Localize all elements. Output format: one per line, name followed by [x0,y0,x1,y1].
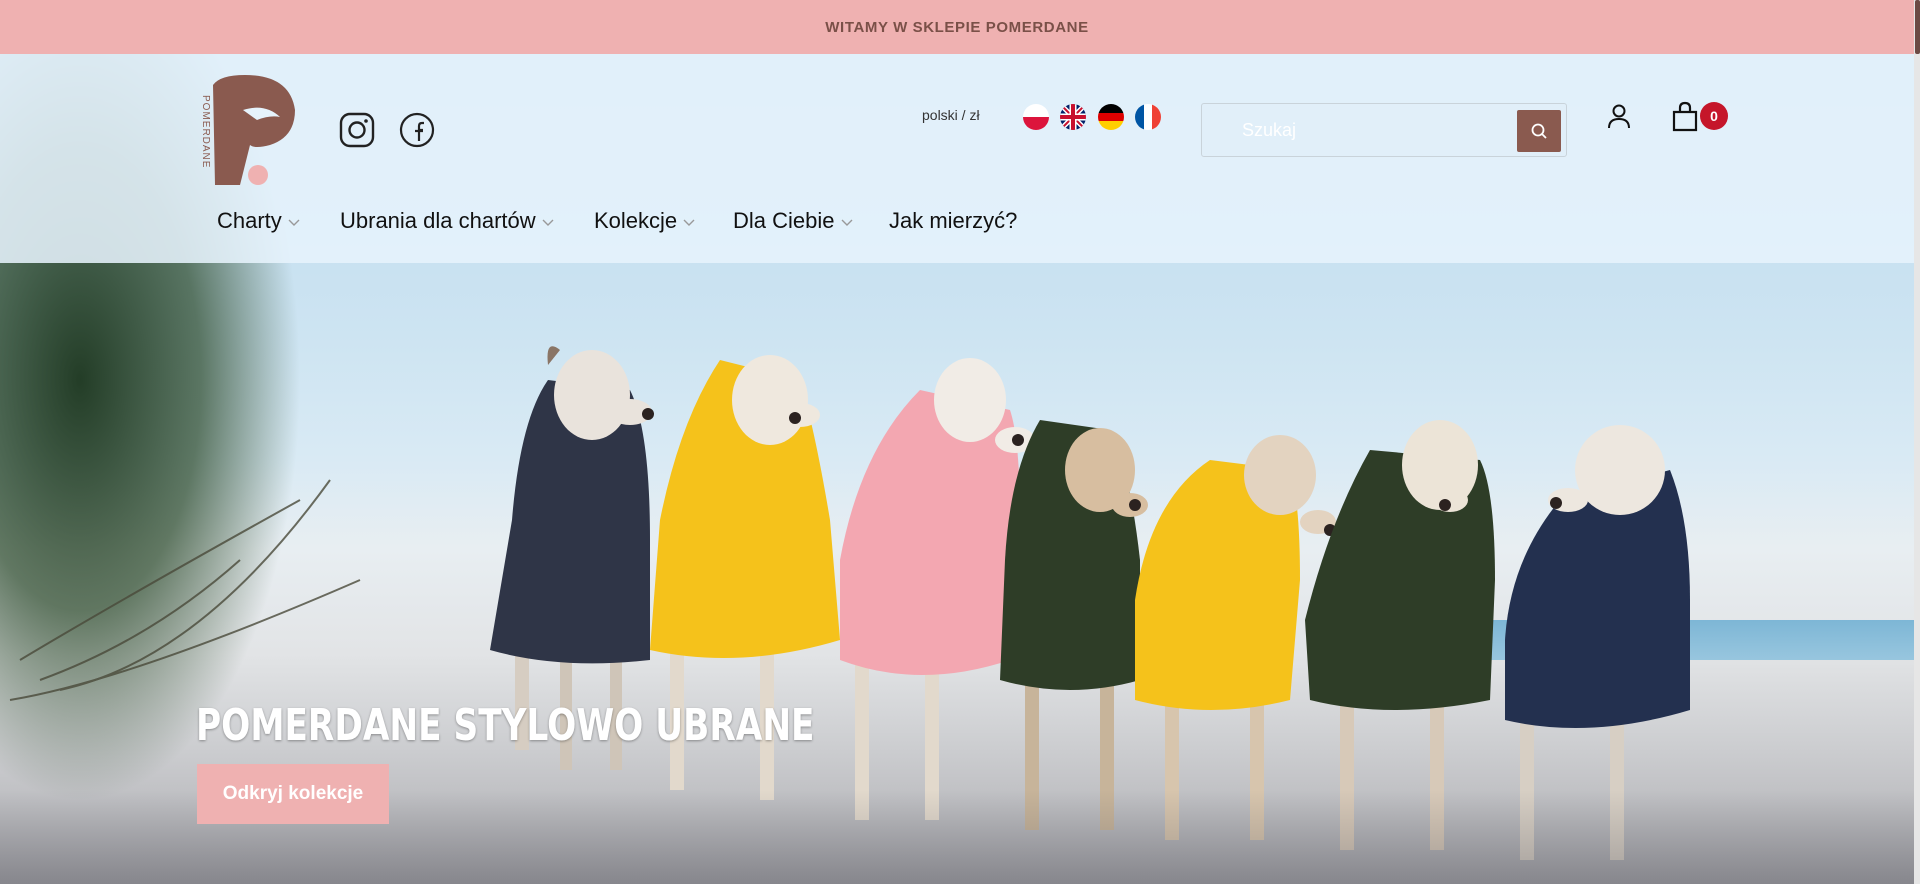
pomerdane-logo[interactable]: POMERDANE [195,75,300,185]
nav-item-dla-ciebie[interactable]: Dla Ciebie [733,208,853,234]
announcement-bar: WITAMY W SKLEPIE POMERDANE [0,0,1914,54]
cart-icon[interactable] [1670,100,1700,132]
flag-fr-icon[interactable] [1135,104,1161,130]
logo-lettering: POMERDANE [200,95,211,168]
nav-item-ubrania[interactable]: Ubrania dla chartów [340,208,554,234]
account-icon[interactable] [1605,102,1633,130]
search-icon [1531,123,1547,139]
chevron-down-icon [841,219,852,226]
announcement-text: WITAMY W SKLEPIE POMERDANE [825,18,1089,36]
nav-item-label: Ubrania dla chartów [340,208,536,233]
page-scrollbar[interactable] [1914,0,1920,884]
nav-item-label: Kolekcje [594,208,678,233]
nav-item-charty[interactable]: Charty [217,208,300,234]
nav-item-kolekcje[interactable]: Kolekcje [594,208,695,234]
hero-title: POMERDANE STYLOWO UBRANE [196,700,815,751]
chevron-down-icon [683,219,695,226]
search-button[interactable] [1517,110,1561,152]
chevron-down-icon [288,219,300,226]
cart-count-badge[interactable]: 0 [1700,102,1728,130]
nav-item-label: Charty [217,208,282,233]
language-currency-selector[interactable]: polski / zł [922,107,980,123]
facebook-icon[interactable] [399,112,435,148]
scrollbar-thumb[interactable] [1915,0,1920,54]
flag-pl-icon[interactable] [1023,104,1049,130]
nav-item-label: Jak mierzyć? [889,208,1018,233]
nav-item-label: Dla Ciebie [733,208,835,233]
flag-gb-icon[interactable] [1060,104,1086,130]
chevron-down-icon [542,219,554,226]
nav-item-jak-mierzyc[interactable]: Jak mierzyć? [889,208,1017,234]
instagram-icon[interactable] [339,112,375,148]
discover-collections-button[interactable]: Odkryj kolekcje [197,764,389,824]
flag-de-icon[interactable] [1098,104,1124,130]
search-box [1201,103,1567,157]
search-input[interactable] [1242,114,1512,146]
